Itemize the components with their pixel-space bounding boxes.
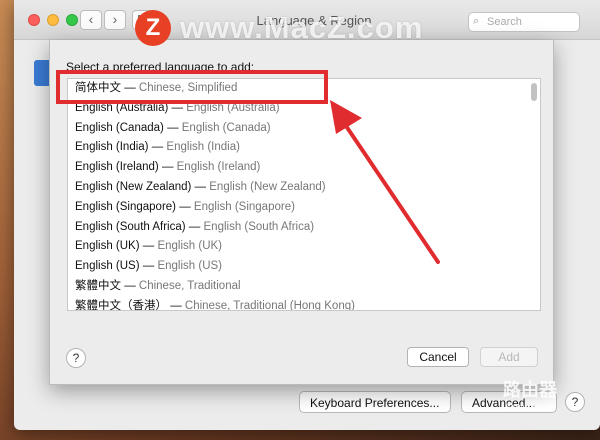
corner-watermark-url: luyouqi.com — [505, 402, 555, 412]
corner-watermark-title: 路由器 — [503, 380, 557, 400]
watermark-text: www.MacZ.com — [180, 10, 424, 45]
corner-watermark: 路由器 luyouqi.com — [490, 376, 570, 412]
watermark-logo: Z — [135, 10, 171, 46]
annotation-arrow-icon — [330, 100, 440, 264]
